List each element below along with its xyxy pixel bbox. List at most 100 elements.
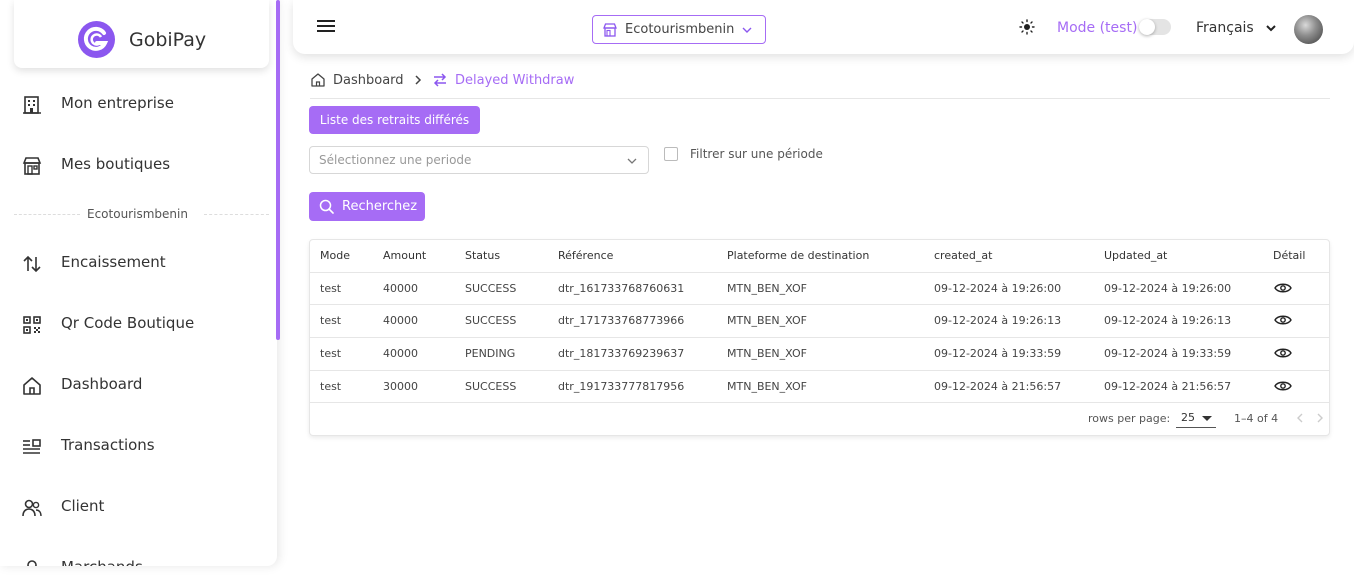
cell-created-at: 09-12-2024 à 19:33:59 (934, 347, 1062, 360)
cell-updated-at: 09-12-2024 à 19:26:13 (1104, 314, 1232, 327)
breadcrumb-divider (310, 98, 1330, 99)
chevron-left-icon[interactable] (1295, 412, 1305, 424)
cell-updated-at: 09-12-2024 à 19:33:59 (1104, 347, 1232, 360)
store-icon (22, 157, 42, 175)
cell-reference: dtr_171733768773966 (558, 314, 685, 327)
language-selector[interactable]: Français (1196, 20, 1254, 36)
sidebar-item-label: Marchands (61, 558, 143, 566)
mode-toggle[interactable] (1139, 19, 1171, 35)
arrows-up-down-icon (23, 255, 41, 273)
divider-line (14, 214, 80, 215)
cell-amount: 40000 (383, 314, 418, 327)
column-header-detail[interactable]: Détail (1273, 249, 1305, 262)
filter-period-label: Filtrer sur une période (690, 147, 823, 161)
users-icon (22, 499, 42, 517)
column-header-destination[interactable]: Plateforme de destination (727, 249, 869, 262)
chevron-right-icon[interactable] (1315, 412, 1325, 424)
column-header-amount[interactable]: Amount (383, 249, 426, 262)
sidebar-item-client[interactable]: Client (0, 487, 277, 527)
sidebar-item-label: Client (61, 497, 105, 515)
sidebar-scrollbar[interactable] (276, 0, 280, 340)
chevron-down-icon (742, 27, 752, 33)
cell-created-at: 09-12-2024 à 21:56:57 (934, 380, 1062, 393)
rows-per-page-select[interactable]: 25 (1176, 408, 1216, 428)
user-icon (27, 560, 37, 566)
withdraw-table: Mode Amount Status Référence Plateforme … (309, 239, 1330, 436)
brand-header: GobiPay (14, 0, 269, 68)
cell-status: SUCCESS (465, 314, 517, 327)
cell-mode: test (320, 347, 342, 360)
shop-selector-value: Ecotourismbenin (625, 22, 735, 37)
sidebar-item-label: Qr Code Boutique (61, 314, 195, 332)
brand-name: GobiPay (129, 29, 207, 51)
sidebar-item-qr-code-boutique[interactable]: Qr Code Boutique (0, 304, 277, 344)
shop-selector[interactable]: Ecotourismbenin (592, 15, 766, 44)
search-button[interactable]: Recherchez (309, 192, 425, 221)
eye-icon[interactable] (1274, 380, 1292, 392)
column-header-updated-at[interactable]: Updated_at (1104, 249, 1167, 262)
sidebar-item-dashboard[interactable]: Dashboard (0, 365, 277, 405)
cell-destination: MTN_BEN_XOF (727, 347, 807, 360)
breadcrumb-dashboard-link[interactable]: Dashboard (333, 73, 404, 88)
table-footer-divider (310, 402, 1329, 403)
list-details-icon (23, 439, 41, 454)
cell-updated-at: 09-12-2024 à 19:26:00 (1104, 282, 1232, 295)
cell-amount: 30000 (383, 380, 418, 393)
swap-arrows-icon (433, 73, 447, 87)
cell-amount: 40000 (383, 347, 418, 360)
eye-icon[interactable] (1274, 347, 1292, 359)
cell-created-at: 09-12-2024 à 19:26:00 (934, 282, 1062, 295)
hamburger-menu-icon[interactable] (316, 18, 336, 34)
list-delayed-withdraw-button[interactable]: Liste des retraits différés (309, 106, 480, 134)
sidebar-item-label: Transactions (61, 436, 155, 454)
cell-reference: dtr_161733768760631 (558, 282, 685, 295)
search-icon (319, 199, 334, 214)
pagination-range: 1–4 of 4 (1234, 412, 1279, 425)
cell-mode: test (320, 282, 342, 295)
cell-destination: MTN_BEN_XOF (727, 380, 807, 393)
search-button-label: Recherchez (342, 199, 418, 214)
sidebar-item-label: Mon entreprise (61, 94, 174, 112)
sidebar-item-label: Dashboard (61, 375, 143, 393)
period-select-placeholder: Sélectionnez une periode (319, 153, 472, 167)
sun-icon[interactable] (1019, 19, 1035, 35)
qr-code-icon (23, 316, 41, 334)
toggle-knob (1139, 19, 1155, 35)
cell-mode: test (320, 380, 342, 393)
rows-per-page-label: rows per page: (1088, 412, 1171, 425)
home-icon[interactable] (310, 72, 326, 88)
eye-icon[interactable] (1274, 282, 1292, 294)
sidebar-item-label: Mes boutiques (61, 155, 171, 173)
column-header-reference[interactable]: Référence (558, 249, 613, 262)
divider-line (204, 214, 269, 215)
cell-updated-at: 09-12-2024 à 21:56:57 (1104, 380, 1232, 393)
column-header-status[interactable]: Status (465, 249, 500, 262)
sidebar-item-mes-boutiques[interactable]: Mes boutiques (0, 145, 277, 185)
chevron-down-icon (627, 158, 637, 164)
filter-period-checkbox[interactable] (664, 147, 678, 161)
chevron-right-icon (415, 75, 422, 85)
eye-icon[interactable] (1274, 314, 1292, 326)
cell-amount: 40000 (383, 282, 418, 295)
sidebar-item-transactions[interactable]: Transactions (0, 426, 277, 466)
cell-reference: dtr_181733769239637 (558, 347, 685, 360)
cell-status: PENDING (465, 347, 516, 360)
top-header: Ecotourismbenin Mode (test) Français (293, 0, 1354, 54)
mode-label: Mode (test) (1057, 20, 1138, 36)
home-icon (23, 377, 41, 395)
period-select[interactable]: Sélectionnez une periode (309, 146, 649, 174)
table-row: test 40000 SUCCESS dtr_171733768773966 M… (310, 304, 1329, 336)
chevron-down-icon[interactable] (1265, 22, 1277, 34)
store-icon (603, 23, 617, 37)
sidebar-section-label: Ecotourismbenin (87, 207, 188, 221)
sidebar-item-mon-entreprise[interactable]: Mon entreprise (0, 84, 277, 124)
avatar[interactable] (1294, 15, 1323, 44)
sidebar-item-encaissement[interactable]: Encaissement (0, 243, 277, 283)
column-header-created-at[interactable]: created_at (934, 249, 992, 262)
sidebar: GobiPay Mon entreprise Mes boutiques Eco… (0, 0, 277, 566)
table-row: test 40000 PENDING dtr_181733769239637 M… (310, 337, 1329, 369)
column-header-mode[interactable]: Mode (320, 249, 350, 262)
sidebar-item-marchands[interactable]: Marchands (0, 548, 277, 566)
table-row: test 40000 SUCCESS dtr_161733768760631 M… (310, 272, 1329, 304)
building-icon (23, 96, 41, 114)
